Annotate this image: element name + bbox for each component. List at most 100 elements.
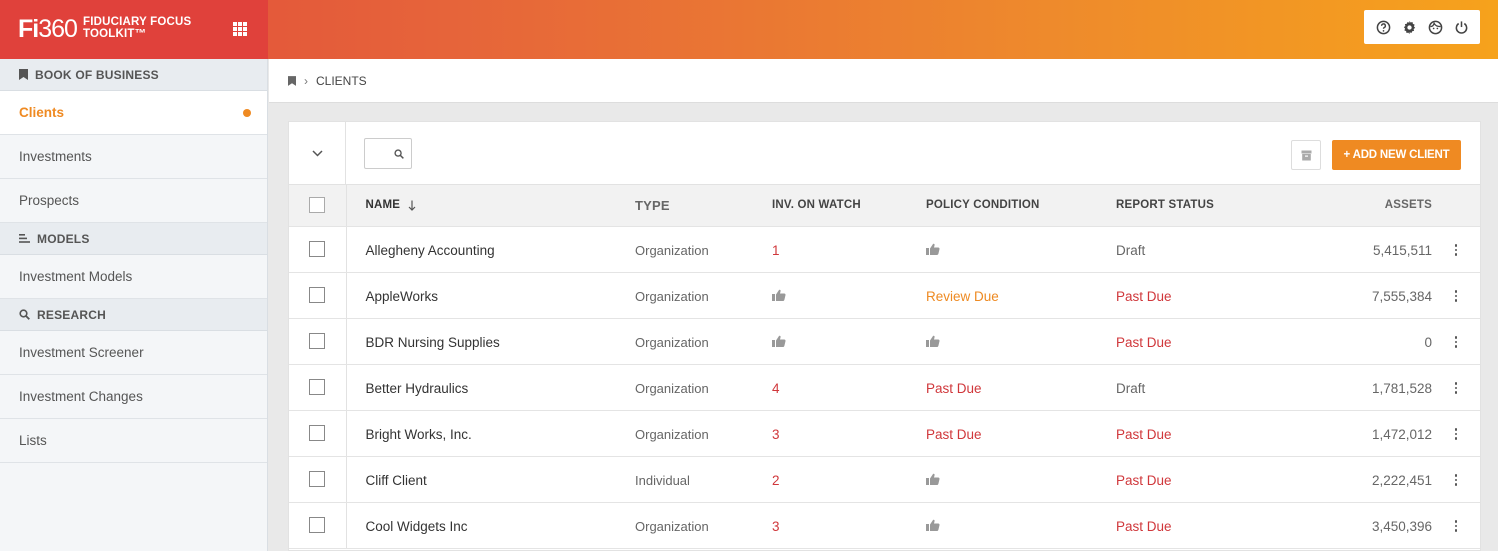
models-icon bbox=[19, 234, 30, 243]
table-toolbar: + ADD NEW CLIENT bbox=[289, 122, 1480, 185]
sidebar-item-prospects[interactable]: Prospects bbox=[0, 179, 267, 223]
more-actions-icon[interactable] bbox=[1454, 336, 1458, 348]
column-header-assets[interactable]: ASSETS bbox=[1286, 185, 1432, 227]
more-actions-icon[interactable] bbox=[1454, 244, 1458, 256]
sidebar-item-investment-models[interactable]: Investment Models bbox=[0, 255, 267, 299]
thumbs-up-icon bbox=[772, 335, 786, 347]
more-actions-icon[interactable] bbox=[1454, 474, 1458, 486]
archive-button[interactable] bbox=[1291, 140, 1321, 170]
row-checkbox[interactable] bbox=[309, 471, 326, 488]
select-all-cell bbox=[289, 185, 347, 227]
sidebar-item-label: Clients bbox=[19, 105, 65, 120]
search-input[interactable] bbox=[364, 138, 412, 169]
inv-on-watch: 3 bbox=[772, 502, 926, 549]
row-checkbox[interactable] bbox=[309, 241, 326, 258]
row-actions-cell bbox=[1432, 318, 1480, 365]
sidebar-item-clients[interactable]: Clients bbox=[0, 91, 267, 135]
column-header-name[interactable]: NAME bbox=[346, 185, 635, 227]
row-checkbox[interactable] bbox=[309, 333, 326, 350]
sidebar-item-label: Investments bbox=[19, 149, 92, 164]
report-status[interactable]: Past Due bbox=[1116, 502, 1286, 549]
table-row[interactable]: Cool Widgets Inc Organization 3 Past Due 3,4… bbox=[289, 502, 1480, 549]
help-icon[interactable] bbox=[1374, 18, 1392, 36]
column-header-actions bbox=[1432, 185, 1480, 227]
client-name[interactable]: AppleWorks bbox=[346, 272, 635, 319]
sidebar-item-investment-changes[interactable]: Investment Changes bbox=[0, 375, 267, 419]
client-name[interactable]: Allegheny Accounting bbox=[346, 226, 635, 273]
client-name[interactable]: BDR Nursing Supplies bbox=[346, 318, 635, 365]
column-header-report-status[interactable]: REPORT STATUS bbox=[1116, 185, 1286, 227]
top-tools bbox=[1364, 10, 1480, 44]
select-all-checkbox[interactable] bbox=[309, 197, 326, 214]
policy-condition-status[interactable]: Past Due bbox=[926, 427, 982, 442]
row-actions-cell bbox=[1432, 226, 1480, 273]
row-select-cell bbox=[289, 502, 347, 549]
inv-on-watch-count[interactable]: 2 bbox=[772, 473, 780, 488]
client-name[interactable]: Bright Works, Inc. bbox=[346, 410, 635, 457]
sidebar-item-label: Investment Changes bbox=[19, 389, 143, 404]
client-type: Organization bbox=[635, 364, 772, 411]
row-select-cell bbox=[289, 456, 347, 503]
report-status[interactable]: Draft bbox=[1116, 364, 1286, 411]
table-row[interactable]: Allegheny Accounting Organization 1 Draft 5,… bbox=[289, 226, 1480, 273]
row-select-cell bbox=[289, 318, 347, 365]
row-checkbox[interactable] bbox=[309, 517, 326, 534]
sidebar-item-investments[interactable]: Investments bbox=[0, 135, 267, 179]
policy-condition bbox=[926, 226, 1116, 273]
more-actions-icon[interactable] bbox=[1454, 520, 1458, 532]
more-actions-icon[interactable] bbox=[1454, 290, 1458, 302]
column-header-policy-condition[interactable]: POLICY CONDITION bbox=[926, 185, 1116, 227]
inv-on-watch: 2 bbox=[772, 456, 926, 503]
report-status[interactable]: Draft bbox=[1116, 226, 1286, 273]
assets-value: 2,222,451 bbox=[1286, 456, 1432, 503]
sort-down-icon[interactable] bbox=[408, 200, 416, 211]
collapse-toggle[interactable] bbox=[289, 122, 346, 185]
policy-condition-status[interactable]: Review Due bbox=[926, 289, 999, 304]
sidebar-item-investment-screener[interactable]: Investment Screener bbox=[0, 331, 267, 375]
row-select-cell bbox=[289, 226, 347, 273]
apps-grid-icon[interactable] bbox=[233, 22, 247, 36]
more-actions-icon[interactable] bbox=[1454, 428, 1458, 440]
row-checkbox[interactable] bbox=[309, 425, 326, 442]
more-actions-icon[interactable] bbox=[1454, 382, 1458, 394]
add-new-client-button[interactable]: + ADD NEW CLIENT bbox=[1332, 140, 1461, 170]
logo-bold: Fi bbox=[18, 15, 39, 43]
chevron-right-icon: › bbox=[304, 73, 308, 88]
power-icon[interactable] bbox=[1452, 18, 1470, 36]
report-status[interactable]: Past Due bbox=[1116, 272, 1286, 319]
user-face-icon[interactable] bbox=[1426, 18, 1444, 36]
policy-condition: Review Due bbox=[926, 272, 1116, 319]
report-status[interactable]: Past Due bbox=[1116, 456, 1286, 503]
sidebar: BOOK OF BUSINESS Clients Investments Pro… bbox=[0, 59, 268, 551]
client-name[interactable]: Better Hydraulics bbox=[346, 364, 635, 411]
inv-on-watch-count[interactable]: 3 bbox=[772, 427, 780, 442]
breadcrumb: › CLIENTS bbox=[269, 59, 1498, 103]
table-row[interactable]: AppleWorks Organization Review Due Past Due… bbox=[289, 272, 1480, 319]
table-row[interactable]: Bright Works, Inc. Organization 3 Past Due P… bbox=[289, 410, 1480, 457]
sidebar-item-label: Investment Models bbox=[19, 269, 133, 284]
inv-on-watch-count[interactable]: 1 bbox=[772, 243, 780, 258]
sidebar-item-lists[interactable]: Lists bbox=[0, 419, 267, 463]
row-checkbox[interactable] bbox=[309, 287, 326, 304]
bookmark-icon[interactable] bbox=[288, 75, 296, 86]
policy-condition-status[interactable]: Past Due bbox=[926, 381, 982, 396]
report-status[interactable]: Past Due bbox=[1116, 318, 1286, 365]
row-actions-cell bbox=[1432, 456, 1480, 503]
table-row[interactable]: Cliff Client Individual 2 Past Due 2,222,451 bbox=[289, 456, 1480, 503]
inv-on-watch-count[interactable]: 3 bbox=[772, 519, 780, 534]
client-name[interactable]: Cliff Client bbox=[346, 456, 635, 503]
gear-icon[interactable] bbox=[1400, 18, 1418, 36]
search-icon bbox=[394, 148, 404, 159]
sidebar-item-label: Investment Screener bbox=[19, 345, 144, 360]
column-header-type[interactable]: TYPE bbox=[635, 185, 772, 227]
assets-value: 1,781,528 bbox=[1286, 364, 1432, 411]
report-status[interactable]: Past Due bbox=[1116, 410, 1286, 457]
inv-on-watch-count[interactable]: 4 bbox=[772, 381, 780, 396]
row-checkbox[interactable] bbox=[309, 379, 326, 396]
fi360-logo[interactable]: Fi360 bbox=[18, 14, 78, 44]
table-row[interactable]: Better Hydraulics Organization 4 Past Due Dr… bbox=[289, 364, 1480, 411]
column-header-inv-on-watch[interactable]: INV. ON WATCH bbox=[772, 185, 926, 227]
client-name[interactable]: Cool Widgets Inc bbox=[346, 502, 635, 549]
table-row[interactable]: BDR Nursing Supplies Organization Past Due… bbox=[289, 318, 1480, 365]
breadcrumb-current: CLIENTS bbox=[316, 73, 367, 88]
